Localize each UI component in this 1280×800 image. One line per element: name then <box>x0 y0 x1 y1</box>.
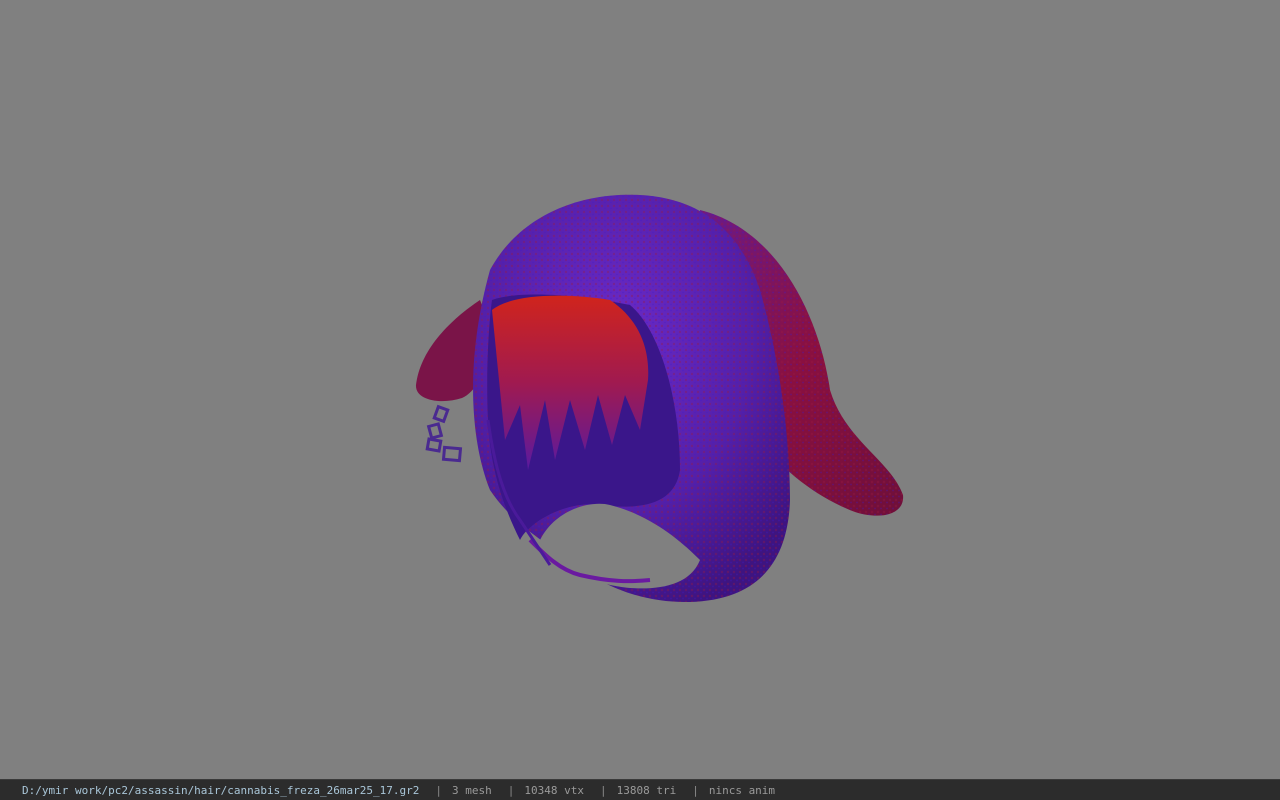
chain-accessory <box>425 404 463 463</box>
separator: | <box>599 783 607 797</box>
hooded-hair-model <box>415 194 904 603</box>
file-path: D:/ymir work/pc2/assassin/hair/cannabis_… <box>22 783 420 797</box>
anim-status: nincs anim <box>708 783 776 797</box>
3d-viewport[interactable] <box>0 0 1280 779</box>
separator: | <box>435 783 442 797</box>
status-bar: D:/ymir work/pc2/assassin/hair/cannabis_… <box>0 779 1280 800</box>
separator: | <box>507 783 515 797</box>
vertex-count: 10348 vtx <box>524 783 584 797</box>
triangle-count: 13808 tri <box>616 783 677 797</box>
mesh-count: 3 mesh <box>451 783 492 797</box>
separator: | <box>692 783 699 797</box>
